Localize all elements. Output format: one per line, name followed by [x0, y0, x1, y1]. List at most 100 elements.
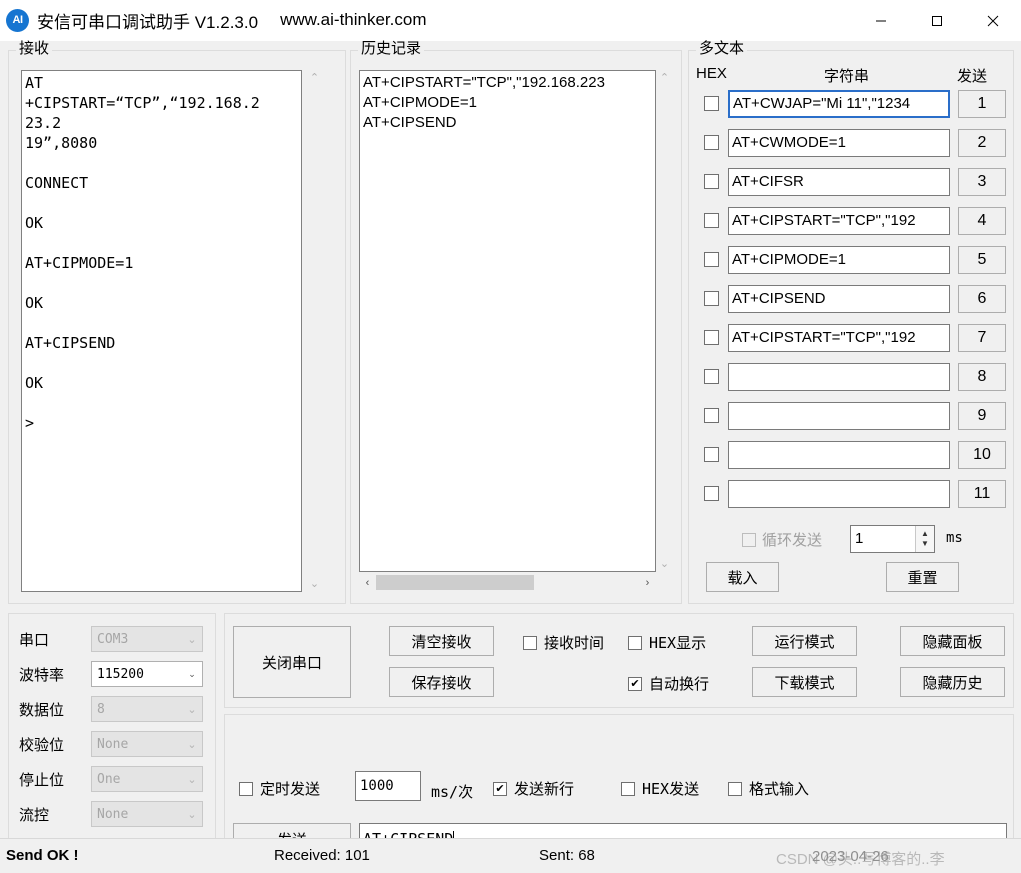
multitext-input[interactable]: AT+CIPSTART="TCP","192 — [728, 324, 950, 352]
timed-send-checkbox[interactable]: 定时发送 — [239, 778, 320, 799]
multitext-send-button[interactable]: 11 — [958, 480, 1006, 508]
scroll-left-icon[interactable]: ‹ — [359, 577, 376, 589]
checkbox-box[interactable] — [628, 635, 642, 650]
receive-time-checkbox[interactable]: 接收时间 — [523, 632, 604, 653]
list-item[interactable]: AT+CIPMODE=1 — [363, 93, 655, 113]
column-header-send: 发送 — [957, 68, 988, 85]
multitext-send-button[interactable]: 4 — [958, 207, 1006, 235]
multitext-hex-checkbox[interactable] — [704, 252, 719, 267]
stepper-down-icon[interactable]: ▼ — [921, 539, 929, 549]
multitext-input[interactable]: AT+CIFSR — [728, 168, 950, 196]
download-mode-button[interactable]: 下载模式 — [752, 667, 857, 697]
history-vertical-scrollbar[interactable]: ⌃ ⌄ — [656, 70, 673, 572]
multitext-hex-checkbox[interactable] — [704, 408, 719, 423]
multitext-input[interactable] — [728, 402, 950, 430]
close-icon[interactable] — [965, 0, 1021, 41]
stepper-arrows[interactable]: ▲ ▼ — [915, 526, 934, 552]
checkbox-box[interactable] — [493, 781, 507, 796]
multitext-input[interactable]: AT+CIPSEND — [728, 285, 950, 313]
loop-send-label: 循环发送 — [762, 532, 823, 549]
checkbox-box[interactable] — [621, 781, 635, 796]
multitext-hex-checkbox[interactable] — [704, 291, 719, 306]
port-select[interactable]: COM3 ⌄ — [91, 626, 203, 652]
multitext-send-button[interactable]: 8 — [958, 363, 1006, 391]
multitext-hex-checkbox[interactable] — [704, 330, 719, 345]
title-bar: AI 安信可串口调试助手 V1.2.3.0 www.ai-thinker.com — [0, 0, 1021, 41]
receive-scrollbar[interactable]: ⌃ ⌄ — [306, 70, 323, 592]
hex-send-checkbox[interactable]: HEX发送 — [621, 778, 699, 799]
stopbits-select[interactable]: One ⌄ — [91, 766, 203, 792]
hide-history-button[interactable]: 隐藏历史 — [900, 667, 1005, 697]
multitext-hex-checkbox[interactable] — [704, 447, 719, 462]
multitext-input[interactable] — [728, 441, 950, 469]
multitext-send-button[interactable]: 2 — [958, 129, 1006, 157]
baudrate-select[interactable]: 115200 ⌄ — [91, 661, 203, 687]
receive-text: AT +CIPSTART=“TCP”,“192.168.2 23.2 19”,8… — [25, 74, 260, 432]
send-newline-checkbox[interactable]: 发送新行 — [493, 778, 574, 799]
checkbox-box[interactable] — [728, 781, 742, 796]
parity-select[interactable]: None ⌄ — [91, 731, 203, 757]
multitext-hex-checkbox[interactable] — [704, 369, 719, 384]
list-item[interactable]: AT+CIPSEND — [363, 113, 655, 133]
hex-display-checkbox[interactable]: HEX显示 — [628, 632, 706, 653]
multitext-input[interactable] — [728, 480, 950, 508]
multitext-send-button[interactable]: 3 — [958, 168, 1006, 196]
format-input-checkbox[interactable]: 格式输入 — [728, 778, 809, 799]
auto-wrap-checkbox[interactable]: 自动换行 — [628, 673, 709, 694]
close-port-button[interactable]: 关闭串口 — [233, 626, 351, 698]
stepper-up-icon[interactable]: ▲ — [921, 529, 929, 539]
load-button[interactable]: 载入 — [706, 562, 779, 592]
receive-textarea[interactable]: AT +CIPSTART=“TCP”,“192.168.2 23.2 19”,8… — [21, 70, 302, 592]
flowcontrol-select[interactable]: None ⌄ — [91, 801, 203, 827]
timed-interval-input[interactable]: 1000 — [355, 771, 421, 801]
multitext-input[interactable]: AT+CWJAP="Mi 11","1234 — [728, 90, 950, 118]
maximize-icon[interactable] — [909, 0, 965, 41]
scroll-right-icon[interactable]: › — [639, 577, 656, 589]
serial-row-baud: 波特率 115200 ⌄ — [19, 661, 207, 689]
list-item[interactable]: AT+CIPSTART="TCP","192.168.223 — [363, 73, 655, 93]
loop-send-checkbox[interactable] — [742, 533, 756, 547]
multitext-hex-checkbox[interactable] — [704, 174, 719, 189]
loop-interval-value[interactable]: 1 — [851, 526, 915, 552]
scroll-down-icon[interactable]: ⌄ — [310, 576, 319, 592]
save-receive-button[interactable]: 保存接收 — [389, 667, 494, 697]
multitext-hex-checkbox[interactable] — [704, 96, 719, 111]
reset-button[interactable]: 重置 — [886, 562, 959, 592]
multitext-send-button[interactable]: 1 — [958, 90, 1006, 118]
multitext-input[interactable]: AT+CWMODE=1 — [728, 129, 950, 157]
multitext-input[interactable] — [728, 363, 950, 391]
control-panel: 关闭串口 清空接收 保存接收 接收时间 HEX显示 自动换行 运行模式 下载模式… — [224, 613, 1014, 708]
multitext-input[interactable]: AT+CIPSTART="TCP","192 — [728, 207, 950, 235]
multitext-input[interactable]: AT+CIPMODE=1 — [728, 246, 950, 274]
multitext-header: HEX 字符串 发送 — [696, 65, 1006, 85]
scroll-down-icon[interactable]: ⌄ — [660, 556, 669, 572]
chevron-down-icon: ⌄ — [187, 703, 197, 716]
minimize-icon[interactable] — [853, 0, 909, 41]
serial-settings-panel: 串口 COM3 ⌄ 波特率 115200 ⌄ 数据位 8 ⌄ 校验位 None — [8, 613, 216, 872]
hide-panel-button[interactable]: 隐藏面板 — [900, 626, 1005, 656]
loop-interval-unit: ms — [946, 530, 963, 546]
scrollbar-thumb[interactable] — [376, 575, 534, 590]
scroll-up-icon[interactable]: ⌃ — [310, 70, 319, 86]
history-horizontal-scrollbar[interactable]: ‹ › — [359, 574, 656, 591]
loop-interval-stepper[interactable]: 1 ▲ ▼ — [850, 525, 935, 553]
run-mode-button[interactable]: 运行模式 — [752, 626, 857, 656]
baudrate-value: 115200 — [97, 666, 144, 682]
multitext-hex-checkbox[interactable] — [704, 135, 719, 150]
app-title: 安信可串口调试助手 V1.2.3.0 — [37, 12, 259, 32]
checkbox-box[interactable] — [523, 635, 537, 650]
history-list[interactable]: AT+CIPSTART="TCP","192.168.223 AT+CIPMOD… — [359, 70, 656, 572]
checkbox-box[interactable] — [628, 676, 642, 691]
scroll-up-icon[interactable]: ⌃ — [660, 70, 669, 86]
multitext-send-button[interactable]: 5 — [958, 246, 1006, 274]
checkbox-box[interactable] — [239, 781, 253, 796]
multitext-send-button[interactable]: 7 — [958, 324, 1006, 352]
databits-select[interactable]: 8 ⌄ — [91, 696, 203, 722]
multitext-send-button[interactable]: 10 — [958, 441, 1006, 469]
multitext-hex-checkbox[interactable] — [704, 213, 719, 228]
multitext-send-button[interactable]: 9 — [958, 402, 1006, 430]
clear-receive-button[interactable]: 清空接收 — [389, 626, 494, 656]
multitext-hex-checkbox[interactable] — [704, 486, 719, 501]
multitext-send-button[interactable]: 6 — [958, 285, 1006, 313]
column-header-string: 字符串 — [824, 68, 870, 85]
